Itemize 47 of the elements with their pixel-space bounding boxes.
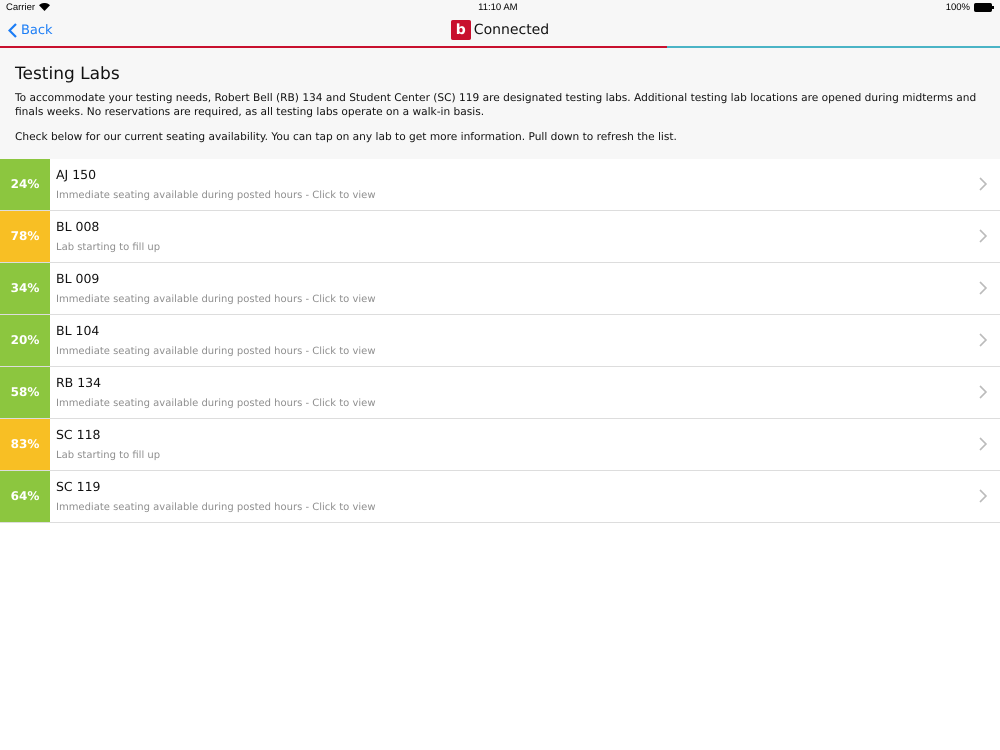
lab-list-item[interactable]: 64% SC 119 Immediate seating available during posted hours - Click to view bbox=[0, 470, 1000, 523]
occupancy-badge: 24% bbox=[0, 158, 50, 210]
occupancy-badge: 78% bbox=[0, 210, 50, 262]
lab-list-item[interactable]: 34% BL 009 Immediate seating available during posted hours - Click to view bbox=[0, 262, 1000, 315]
battery-icon bbox=[974, 2, 994, 12]
lab-name: BL 008 bbox=[56, 219, 100, 234]
lab-status: Lab starting to fill up bbox=[56, 242, 162, 254]
lab-list-item[interactable]: 20% BL 104 Immediate seating available during posted hours - Click to view bbox=[0, 314, 1000, 367]
lab-name: SC 119 bbox=[56, 479, 102, 494]
occupancy-badge: 64% bbox=[0, 470, 50, 522]
intro-paragraph: Check below for our current seating availability. You can tap on any lab to get more information. Pull down to refresh the list. bbox=[15, 131, 678, 145]
logo-mark: b bbox=[450, 20, 471, 40]
lab-status: Immediate seating available during posted hours - Click to view bbox=[56, 398, 377, 410]
back-button[interactable]: Back bbox=[0, 22, 61, 38]
occupancy-badge: 20% bbox=[0, 314, 50, 366]
lab-status: Immediate seating available during posted hours - Click to view bbox=[56, 294, 377, 306]
chevron-left-icon bbox=[8, 22, 17, 38]
occupancy-badge: 83% bbox=[0, 418, 50, 470]
lab-list-item[interactable]: 83% SC 118 Lab starting to fill up bbox=[0, 418, 1000, 471]
lab-name: AJ 150 bbox=[56, 167, 98, 182]
chevron-right-icon bbox=[978, 281, 988, 296]
chevron-right-icon bbox=[978, 177, 988, 192]
lab-status: Immediate seating available during posted hours - Click to view bbox=[56, 190, 377, 202]
lab-name: SC 118 bbox=[56, 427, 102, 442]
lab-name: BL 104 bbox=[56, 323, 100, 338]
status-time: 11:10 AM bbox=[478, 2, 518, 12]
carrier-label: Carrier bbox=[6, 2, 36, 12]
app-title: Connected bbox=[474, 22, 550, 38]
intro-paragraph: To accommodate your testing needs, Robert Bell (RB) 134 and Student Center (SC) 119 are designated testing labs. Additional testing lab locations are opened during midterms and finals weeks. No reservations are required, as all testing labs operate on a walk-in basis. bbox=[15, 92, 978, 120]
occupancy-badge: 34% bbox=[0, 262, 50, 314]
chevron-right-icon bbox=[978, 437, 988, 452]
page-title: Testing Labs bbox=[15, 64, 121, 84]
lab-status: Immediate seating available during posted hours - Click to view bbox=[56, 502, 377, 514]
battery-percent: 100% bbox=[946, 2, 970, 12]
lab-name: RB 134 bbox=[56, 375, 102, 390]
chevron-right-icon bbox=[978, 229, 988, 244]
lab-status: Immediate seating available during posted hours - Click to view bbox=[56, 346, 377, 358]
wifi-icon bbox=[39, 3, 50, 11]
lab-name: BL 009 bbox=[56, 271, 100, 286]
lab-list-item[interactable]: 78% BL 008 Lab starting to fill up bbox=[0, 210, 1000, 263]
lab-list-item[interactable]: 24% AJ 150 Immediate seating available during posted hours - Click to view bbox=[0, 158, 1000, 211]
lab-list-item[interactable]: 58% RB 134 Immediate seating available during posted hours - Click to view bbox=[0, 366, 1000, 419]
chevron-right-icon bbox=[978, 489, 988, 504]
occupancy-badge: 58% bbox=[0, 366, 50, 418]
lab-status: Lab starting to fill up bbox=[56, 450, 162, 462]
chevron-right-icon bbox=[978, 385, 988, 400]
chevron-right-icon bbox=[978, 333, 988, 348]
